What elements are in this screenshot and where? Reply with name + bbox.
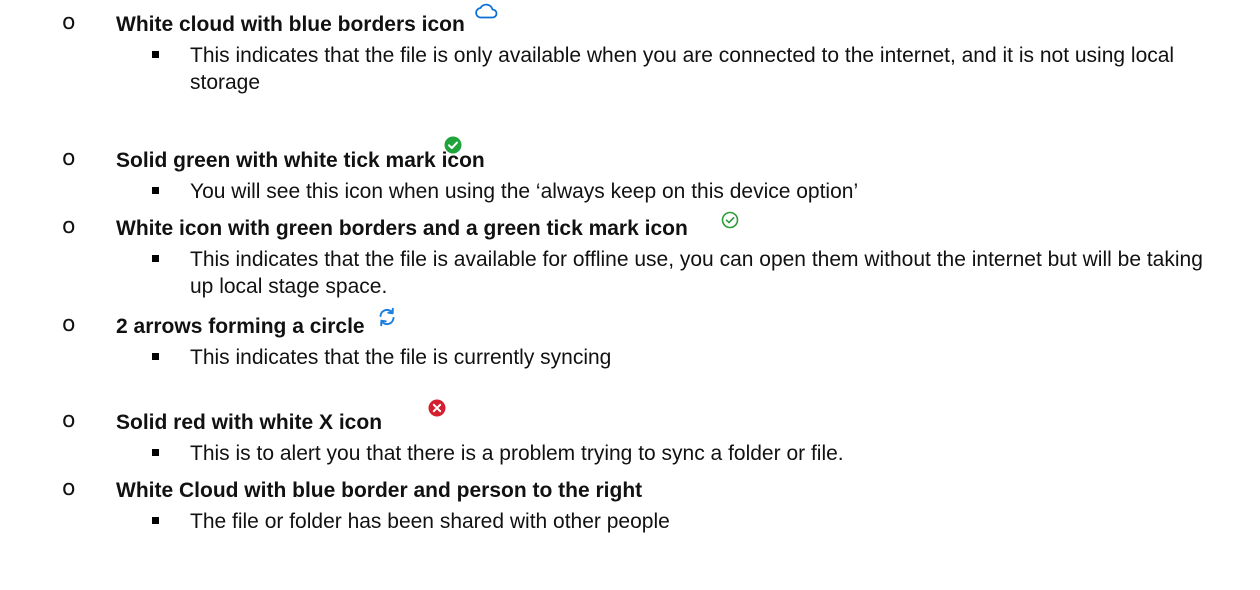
list-heading-row: o White cloud with blue borders icon [0, 2, 1260, 42]
sync-arrows-icon [379, 307, 395, 327]
item-description: This indicates that the file is availabl… [190, 248, 1203, 298]
outline-bullet: o [62, 214, 76, 239]
square-bullet [152, 51, 159, 58]
status-list-item: o Solid green with white tick mark icon … [0, 136, 1260, 208]
status-list-item: o Solid red with white X icon This is to… [0, 399, 1260, 470]
description-row: This indicates that the file is availabl… [0, 246, 1260, 306]
outline-green-check-icon [721, 211, 739, 229]
status-list-item: o 2 arrows forming a circle This indicat… [0, 304, 1260, 400]
solid-red-x-icon [428, 399, 446, 417]
list-heading-row: o White icon with green borders and a gr… [0, 206, 1260, 246]
status-list-item: o White Cloud with blue border and perso… [0, 468, 1260, 538]
outline-bullet: o [62, 408, 76, 433]
item-description: This is to alert you that there is a pro… [190, 442, 844, 465]
square-bullet [152, 255, 159, 262]
description-row: This indicates that the file is only ava… [0, 42, 1260, 98]
item-description: This indicates that the file is currentl… [190, 346, 612, 369]
item-description: You will see this icon when using the ‘a… [190, 180, 859, 203]
status-list-item: o White cloud with blue borders icon Thi… [0, 2, 1260, 98]
item-description: The file or folder has been shared with … [190, 510, 670, 533]
list-heading-row: o Solid green with white tick mark icon [0, 136, 1260, 178]
description-row: This is to alert you that there is a pro… [0, 440, 1260, 470]
status-list-item: o White icon with green borders and a gr… [0, 206, 1260, 306]
outline-bullet: o [62, 312, 76, 337]
description-row: The file or folder has been shared with … [0, 508, 1260, 538]
item-description: This indicates that the file is only ava… [190, 44, 1175, 94]
square-bullet [152, 449, 159, 456]
description-row: This indicates that the file is currentl… [0, 344, 1260, 400]
item-heading: White cloud with blue borders icon [116, 13, 465, 36]
list-heading-row: o White Cloud with blue border and perso… [0, 468, 1260, 508]
description-row: You will see this icon when using the ‘a… [0, 178, 1260, 208]
square-bullet [152, 187, 159, 194]
cloud-outline-icon [475, 3, 498, 19]
list-heading-row: o Solid red with white X icon [0, 399, 1260, 440]
square-bullet [152, 517, 159, 524]
item-heading: 2 arrows forming a circle [116, 315, 365, 338]
item-heading: Solid green with white tick mark icon [116, 149, 485, 172]
square-bullet [152, 353, 159, 360]
item-heading: White Cloud with blue border and person … [116, 479, 643, 502]
solid-green-check-icon [444, 136, 462, 154]
outline-bullet: o [62, 146, 76, 171]
document-page: o White cloud with blue borders icon Thi… [0, 0, 1260, 590]
outline-bullet: o [62, 10, 76, 35]
item-heading: Solid red with white X icon [116, 411, 383, 434]
item-heading: White icon with green borders and a gree… [116, 217, 688, 240]
outline-bullet: o [62, 476, 76, 501]
list-heading-row: o 2 arrows forming a circle [0, 304, 1260, 344]
